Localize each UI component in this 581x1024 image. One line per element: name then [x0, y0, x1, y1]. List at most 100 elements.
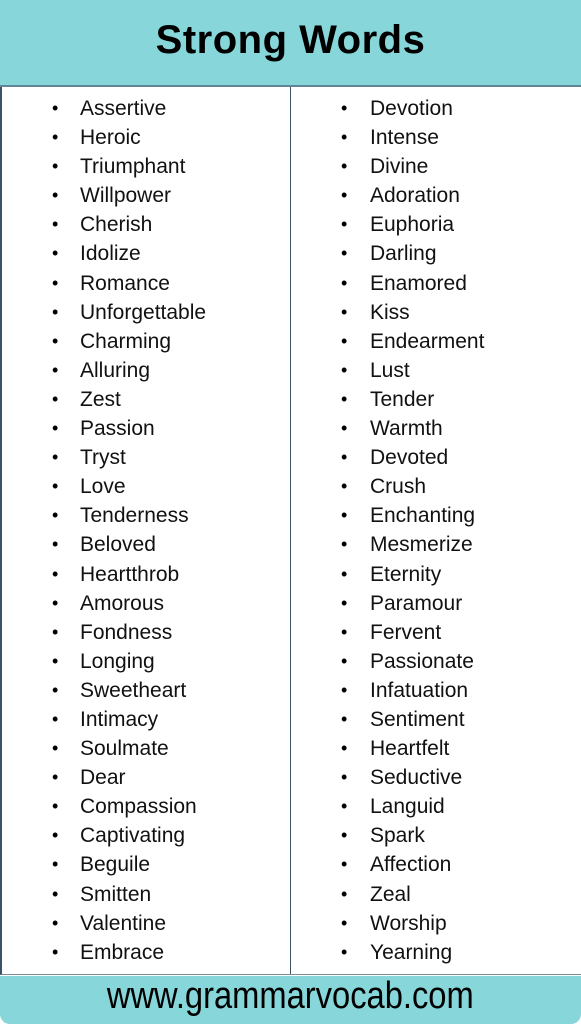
bullet-icon: •	[52, 359, 59, 380]
word-list-item: • Fondness	[2, 618, 290, 647]
bullet-icon: •	[341, 185, 348, 206]
word-text: Soulmate	[80, 737, 169, 761]
word-list-item: • Heartfelt	[291, 734, 581, 763]
word-text: Fondness	[80, 620, 173, 644]
word-text: Dear	[80, 766, 126, 790]
word-list-item: • Enamored	[291, 269, 581, 298]
header-banner: Strong Words	[0, 0, 581, 87]
bullet-icon: •	[52, 156, 59, 177]
word-text: Yearning	[370, 940, 453, 964]
word-text: Infatuation	[370, 678, 469, 702]
word-text: Passion	[80, 417, 155, 441]
bullet-icon: •	[52, 418, 59, 439]
word-text: Tenderness	[80, 504, 189, 528]
word-text: Beloved	[80, 533, 156, 557]
word-list-item: • Passion	[2, 414, 290, 443]
bullet-icon: •	[341, 883, 348, 904]
word-text: Passionate	[370, 649, 474, 673]
word-text: Zest	[80, 387, 121, 411]
bullet-icon: •	[52, 301, 59, 322]
bullet-icon: •	[341, 476, 348, 497]
bullet-icon: •	[52, 767, 59, 788]
bullet-icon: •	[52, 650, 59, 671]
bullet-icon: •	[341, 650, 348, 671]
word-list-item: • Charming	[2, 327, 290, 356]
word-list-item: • Spark	[291, 821, 581, 850]
bullet-icon: •	[341, 272, 348, 293]
word-text: Devoted	[370, 446, 449, 470]
bullet-icon: •	[341, 592, 348, 613]
word-text: Darling	[370, 242, 437, 266]
word-list-item: • Dear	[2, 763, 290, 792]
bullet-icon: •	[341, 330, 348, 351]
word-text: Valentine	[80, 911, 167, 935]
bullet-icon: •	[52, 883, 59, 904]
word-list-item: • Love	[2, 472, 290, 501]
bullet-icon: •	[341, 156, 348, 177]
word-text: Mesmerize	[370, 533, 473, 557]
bullet-icon: •	[341, 243, 348, 264]
word-list-item: • Beguile	[2, 850, 290, 879]
word-list-item: • Heartthrob	[2, 560, 290, 589]
word-text: Compassion	[80, 795, 197, 819]
word-list-item: • Infatuation	[291, 676, 581, 705]
bullet-icon: •	[52, 825, 59, 846]
word-list-item: • Devoted	[291, 443, 581, 472]
word-text: Crush	[370, 475, 427, 499]
word-list-item: • Triumphant	[2, 152, 290, 181]
word-text: Unforgettable	[80, 300, 207, 324]
word-list-item: • Captivating	[2, 821, 290, 850]
bullet-icon: •	[341, 505, 348, 526]
bullet-icon: •	[52, 243, 59, 264]
word-text: Adoration	[370, 184, 460, 208]
bullet-icon: •	[52, 330, 59, 351]
word-list-item: • Passionate	[291, 647, 581, 676]
bullet-icon: •	[52, 708, 59, 729]
word-list-item: • Soulmate	[2, 734, 290, 763]
word-list-item: • Longing	[2, 647, 290, 676]
word-text: Assertive	[80, 97, 167, 120]
word-text: Zeal	[370, 882, 411, 906]
word-list-item: • Endearment	[291, 327, 581, 356]
word-list-item: • Kiss	[291, 298, 581, 327]
word-text: Heroic	[80, 126, 141, 150]
bullet-icon: •	[341, 447, 348, 468]
word-text: Affection	[370, 853, 452, 877]
bullet-icon: •	[341, 767, 348, 788]
word-list-item: • Fervent	[291, 618, 581, 647]
word-text: Amorous	[80, 591, 165, 615]
word-list-item: • Alluring	[2, 356, 290, 385]
word-list-item: • Compassion	[2, 792, 290, 821]
bullet-icon: •	[52, 447, 59, 468]
word-list-item: • Languid	[291, 792, 581, 821]
bullet-icon: •	[341, 388, 348, 409]
word-list-item: • Willpower	[2, 181, 290, 210]
bullet-icon: •	[52, 185, 59, 206]
word-list-item: • Valentine	[2, 909, 290, 938]
word-text: Smitten	[80, 882, 152, 906]
left-column: • Assertive • Heroic • Triumphant • Willpower • C…	[2, 87, 291, 974]
bullet-icon: •	[52, 941, 59, 962]
page-title: Strong Words	[155, 18, 426, 62]
word-text: Willpower	[80, 184, 172, 208]
bullet-icon: •	[341, 359, 348, 380]
bullet-icon: •	[341, 534, 348, 555]
word-text: Eternity	[370, 562, 442, 586]
right-column: • Devotion • Intense • Divine • Adoration • Eupho…	[291, 87, 581, 974]
word-text: Alluring	[80, 358, 151, 382]
bullet-icon: •	[341, 98, 348, 118]
word-text: Paramour	[370, 591, 463, 615]
bullet-icon: •	[341, 301, 348, 322]
bullet-icon: •	[52, 534, 59, 555]
bullet-icon: •	[341, 796, 348, 817]
word-list-item: • Yearning	[291, 938, 581, 967]
word-text: Embrace	[80, 940, 165, 964]
bullet-icon: •	[52, 621, 59, 642]
word-list-item: • Cherish	[2, 210, 290, 239]
word-list-item: • Enchanting	[291, 501, 581, 530]
word-list-item: • Tenderness	[2, 501, 290, 530]
bullet-icon: •	[341, 418, 348, 439]
word-list-item: • Intimacy	[2, 705, 290, 734]
bullet-icon: •	[52, 854, 59, 875]
bullet-icon: •	[341, 825, 348, 846]
